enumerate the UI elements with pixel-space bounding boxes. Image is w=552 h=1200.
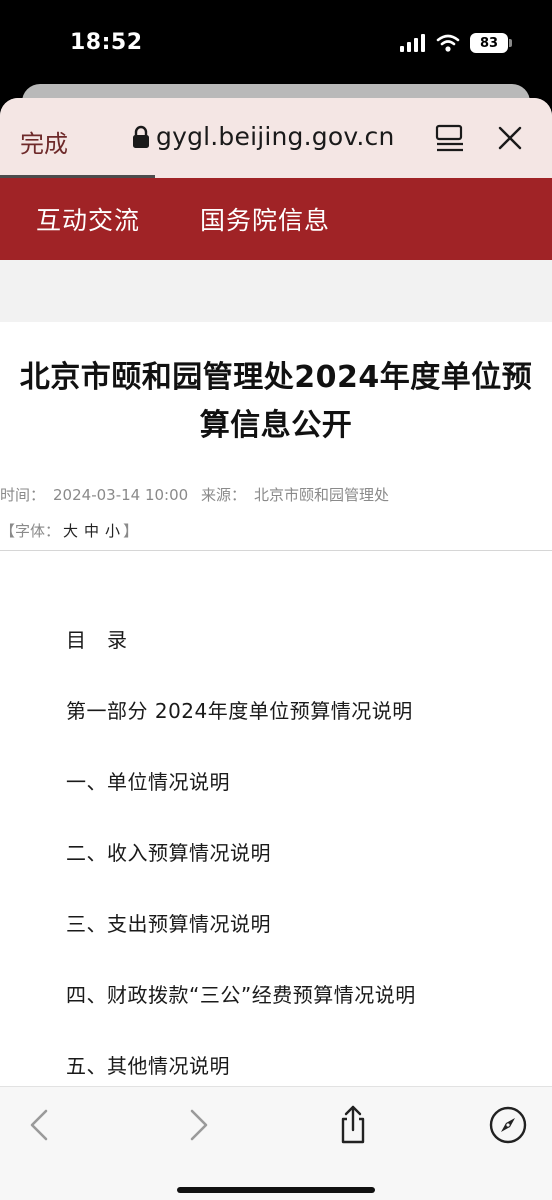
toc-item: 目 录	[66, 628, 128, 652]
article-meta: 时间： 2024-03-14 10:00 来源： 北京市颐和园管理处	[0, 484, 397, 505]
url-text: gygl.beijing.gov.cn	[156, 122, 395, 151]
phone-screen: 18:52 83 完成 gygl.beijing.gov.cn 互动交流 国务院…	[0, 0, 552, 1200]
toc-item: 第一部分 2024年度单位预算情况说明	[66, 699, 413, 723]
nav-item-interaction[interactable]: 互动交流	[36, 201, 140, 237]
site-nav-bar: 互动交流 国务院信息	[0, 178, 552, 260]
nav-item-state-council[interactable]: 国务院信息	[200, 201, 330, 237]
forward-icon[interactable]	[178, 1105, 218, 1145]
table-of-contents: 目 录 第一部分 2024年度单位预算情况说明 一、单位情况说明 二、收入预算情…	[66, 628, 536, 1125]
toc-item: 二、收入预算情况说明	[66, 841, 271, 865]
meta-divider	[0, 550, 552, 551]
font-size-medium[interactable]: 中	[84, 522, 99, 540]
back-icon[interactable]	[20, 1105, 60, 1145]
article-title-line-2: 算信息公开	[199, 408, 353, 443]
status-bar: 18:52 83	[0, 0, 552, 90]
font-size-suffix: 】	[123, 522, 139, 540]
font-size-switcher: 【字体：大中小】	[0, 520, 138, 541]
close-icon[interactable]	[494, 122, 526, 154]
meta-source-value: 北京市颐和园管理处	[253, 486, 389, 504]
battery-icon: 83	[470, 33, 512, 53]
toc-item: 一、单位情况说明	[66, 770, 230, 794]
status-indicators: 83	[400, 33, 512, 53]
browser-toolbar	[0, 1086, 552, 1200]
content-spacer	[0, 260, 552, 322]
toc-item: 三、支出预算情况说明	[66, 912, 271, 936]
status-time: 18:52	[70, 30, 143, 55]
share-icon[interactable]	[333, 1105, 373, 1145]
meta-time-value: 2024-03-14 10:00	[53, 486, 189, 504]
font-size-prefix: 【字体：	[0, 522, 61, 540]
home-indicator	[177, 1187, 375, 1193]
browser-header: 完成 gygl.beijing.gov.cn	[0, 98, 552, 178]
battery-level: 83	[479, 35, 499, 51]
lock-icon	[133, 125, 149, 148]
toc-item: 四、财政拨款“三公”经费预算情况说明	[66, 983, 416, 1007]
wifi-icon	[436, 34, 460, 52]
meta-time-label: 时间：	[0, 486, 46, 504]
signal-icon	[400, 34, 425, 52]
url-field[interactable]: gygl.beijing.gov.cn	[132, 122, 395, 151]
done-button[interactable]: 完成	[20, 124, 68, 159]
browser-sheet: 完成 gygl.beijing.gov.cn 互动交流 国务院信息 北京市颐和园…	[0, 98, 552, 1200]
reader-icon[interactable]	[434, 122, 466, 154]
meta-source-label: 来源：	[200, 486, 246, 504]
font-size-large[interactable]: 大	[63, 522, 78, 540]
compass-icon[interactable]	[488, 1105, 528, 1145]
article-title: 北京市颐和园管理处2024年度单位预 算信息公开	[0, 354, 552, 450]
article-title-line-1: 北京市颐和园管理处2024年度单位预	[19, 360, 533, 395]
font-size-small[interactable]: 小	[105, 522, 120, 540]
